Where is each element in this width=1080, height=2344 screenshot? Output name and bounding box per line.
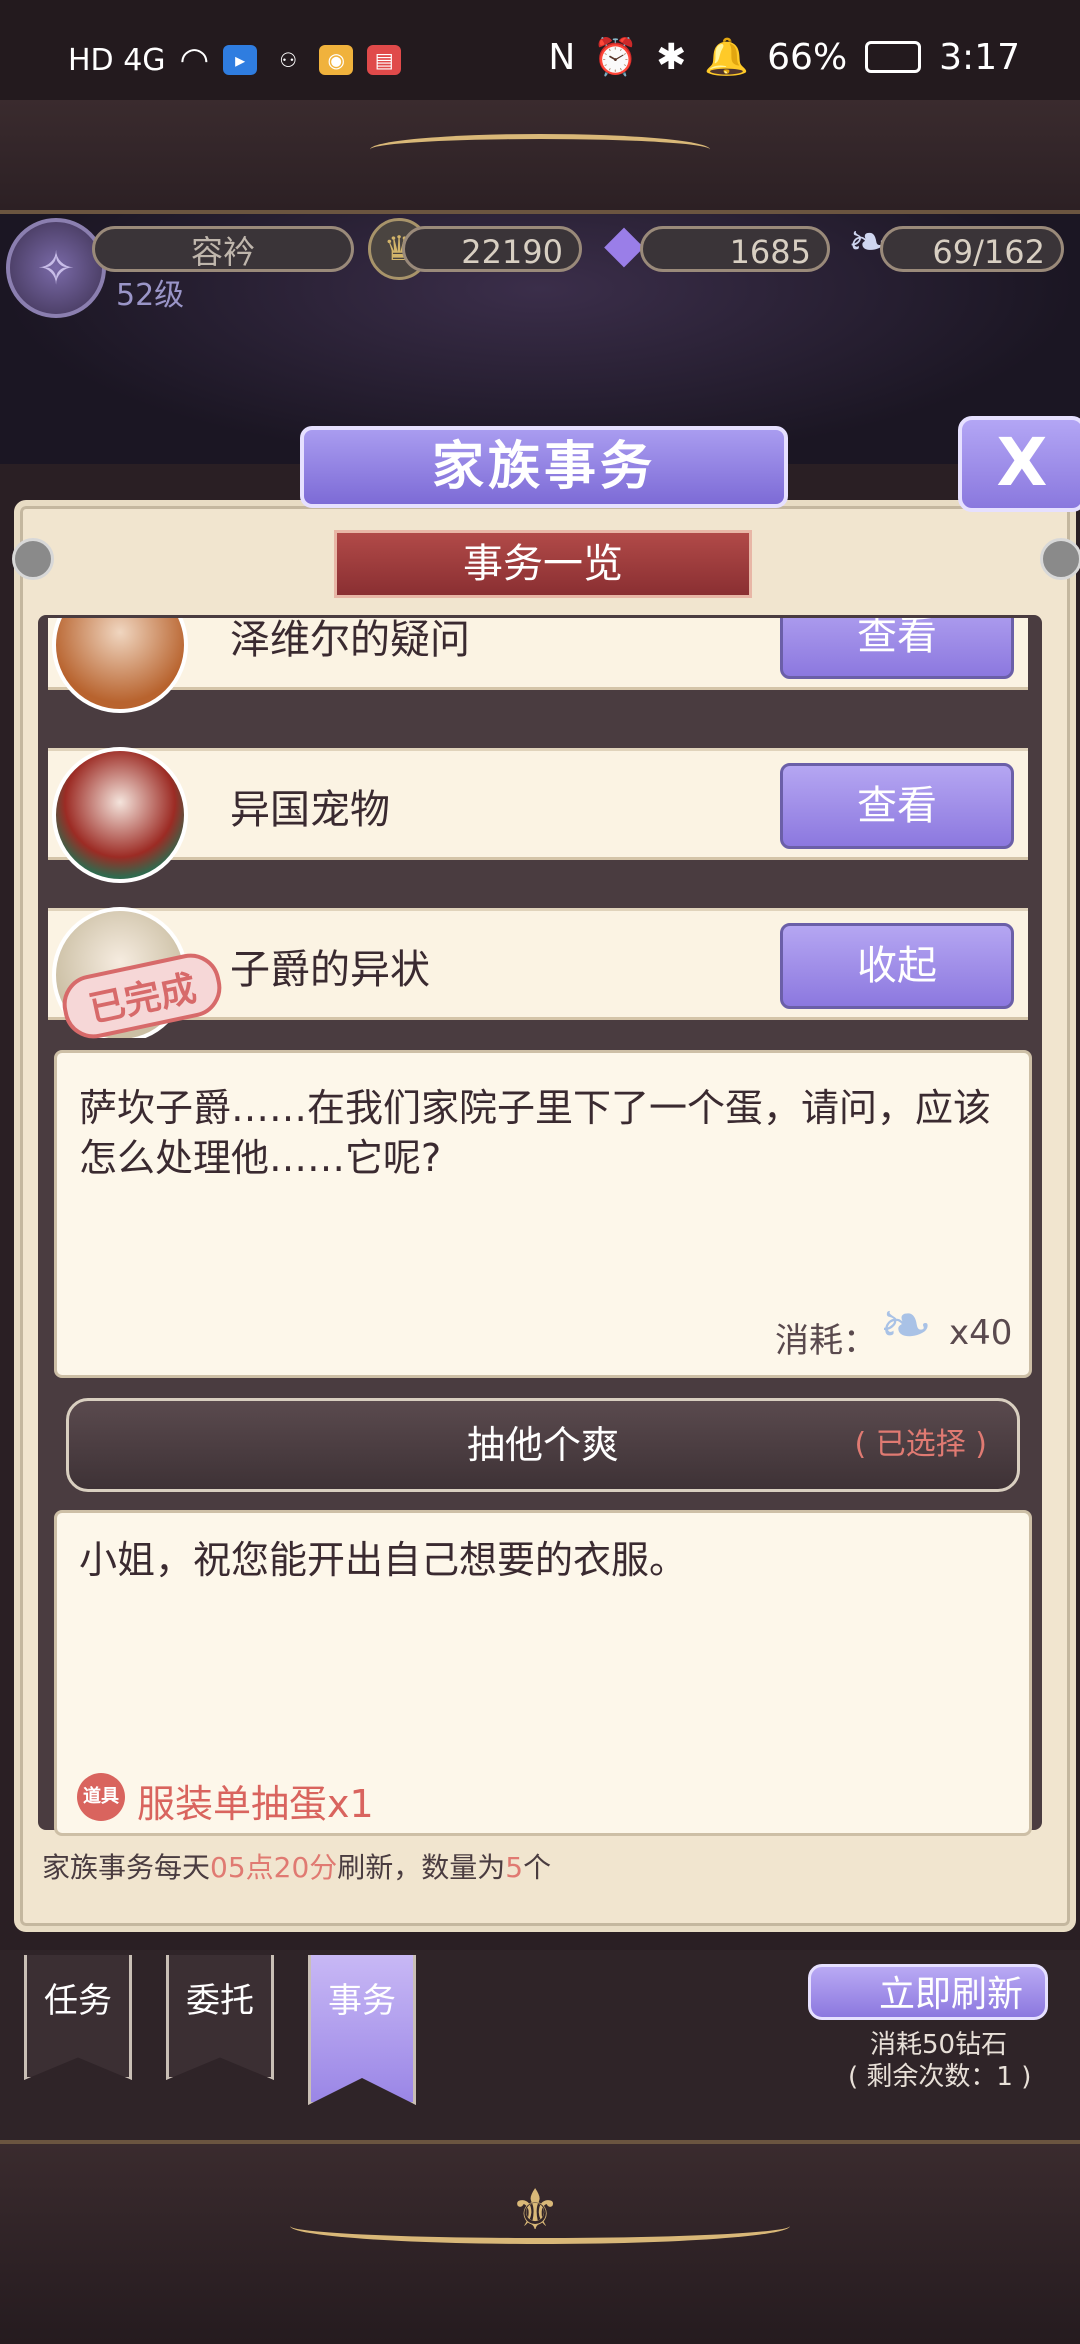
panel-pin-left — [12, 538, 54, 580]
reward-text: 服装单抽蛋x1 — [137, 1782, 374, 1826]
clock: 3:17 — [939, 36, 1020, 78]
ornament-fleur-icon: ⚜ — [510, 2178, 561, 2243]
affair-title: 子爵的异状 — [230, 947, 430, 993]
choice-status: ( 已选择 ) — [854, 1427, 987, 1462]
note-suffix: 个 — [523, 1851, 552, 1884]
top-ornament — [0, 100, 1080, 214]
note-prefix: 家族事务每天 — [42, 1851, 211, 1884]
avatar — [52, 618, 188, 713]
view-button[interactable]: 查看 — [780, 618, 1014, 679]
network-indicator: HD 4G — [68, 42, 166, 78]
qq-icon: ⚇ — [279, 48, 298, 72]
selected-choice[interactable]: 抽他个爽 ( 已选择 ) — [66, 1398, 1020, 1492]
note-time: 05点20分 — [210, 1851, 338, 1884]
list-item: 异国宠物 查看 — [48, 747, 1028, 883]
question-text: 萨坎子爵……在我们家院子里下了一个蛋，请问，应该怎么处理他……它呢? — [79, 1086, 992, 1180]
avatar — [52, 747, 188, 883]
reply-text: 小姐，祝您能开出自己想要的衣服。 — [79, 1538, 688, 1582]
ornament-swirl — [370, 134, 710, 165]
player-level: 52级 — [116, 278, 185, 313]
reply-card: 小姐，祝您能开出自己想要的衣服。 道具 服装单抽蛋x1 — [54, 1510, 1032, 1836]
close-button[interactable]: X — [958, 416, 1080, 512]
section-title: 事务一览 — [334, 530, 752, 598]
book-icon: ▤ — [367, 45, 402, 75]
refresh-note: 家族事务每天05点20分刷新，数量为5个 — [42, 1846, 551, 1886]
collapse-button[interactable]: 收起 — [780, 923, 1014, 1009]
stamina-amount: 69/162 — [880, 226, 1064, 272]
battery-percent: 66% — [767, 36, 848, 78]
alarm-icon: ⏰ — [593, 37, 639, 78]
nfc-icon: N — [548, 36, 576, 78]
status-right: N ⏰ ✱ 🔔 66% 3:17 — [548, 36, 1020, 79]
bottom-ornament: ⚜ — [0, 2140, 1080, 2344]
refresh-now-button[interactable]: 立即刷新 — [808, 1964, 1048, 2020]
dialog-title: 家族事务 — [300, 426, 788, 508]
status-bar: HD 4G ◠ ▸ ⚇ ◉ ▤ N ⏰ ✱ 🔔 66% 3:17 — [0, 0, 1080, 100]
view-button[interactable]: 查看 — [780, 763, 1014, 849]
cost-amount: x40 — [949, 1313, 1013, 1353]
weibo-icon: ◉ — [319, 45, 354, 75]
item-tag-icon: 道具 — [77, 1773, 125, 1821]
mute-icon: 🔔 — [704, 37, 750, 78]
affair-title: 异国宠物 — [230, 787, 390, 833]
diamond-amount: 1685 — [640, 226, 830, 272]
app-icon-blue: ▸ — [223, 45, 258, 75]
battery-icon — [865, 41, 922, 73]
status-left: HD 4G ◠ ▸ ⚇ ◉ ▤ — [68, 40, 402, 80]
question-card: 萨坎子爵……在我们家院子里下了一个蛋，请问，应该怎么处理他……它呢? 消耗： ❧… — [54, 1050, 1032, 1378]
note-count: 5 — [505, 1851, 524, 1884]
gold-amount: 22190 — [402, 226, 582, 272]
glass-slipper-icon: ❧ — [879, 1289, 933, 1363]
list-item: 泽维尔的疑问 查看 — [48, 618, 1028, 713]
player-avatar[interactable]: ✧ — [6, 218, 106, 318]
cost-label: 消耗： — [775, 1321, 877, 1361]
player-name: 容衿 — [92, 226, 354, 272]
affair-title: 泽维尔的疑问 — [230, 618, 470, 663]
refresh-remaining: ( 剩余次数：1 ) — [848, 2062, 1032, 2092]
bluetooth-icon: ✱ — [656, 36, 687, 78]
panel-pin-right — [1040, 538, 1080, 580]
wifi-icon: ◠ — [179, 40, 210, 80]
note-middle: 刷新，数量为 — [337, 1851, 506, 1884]
